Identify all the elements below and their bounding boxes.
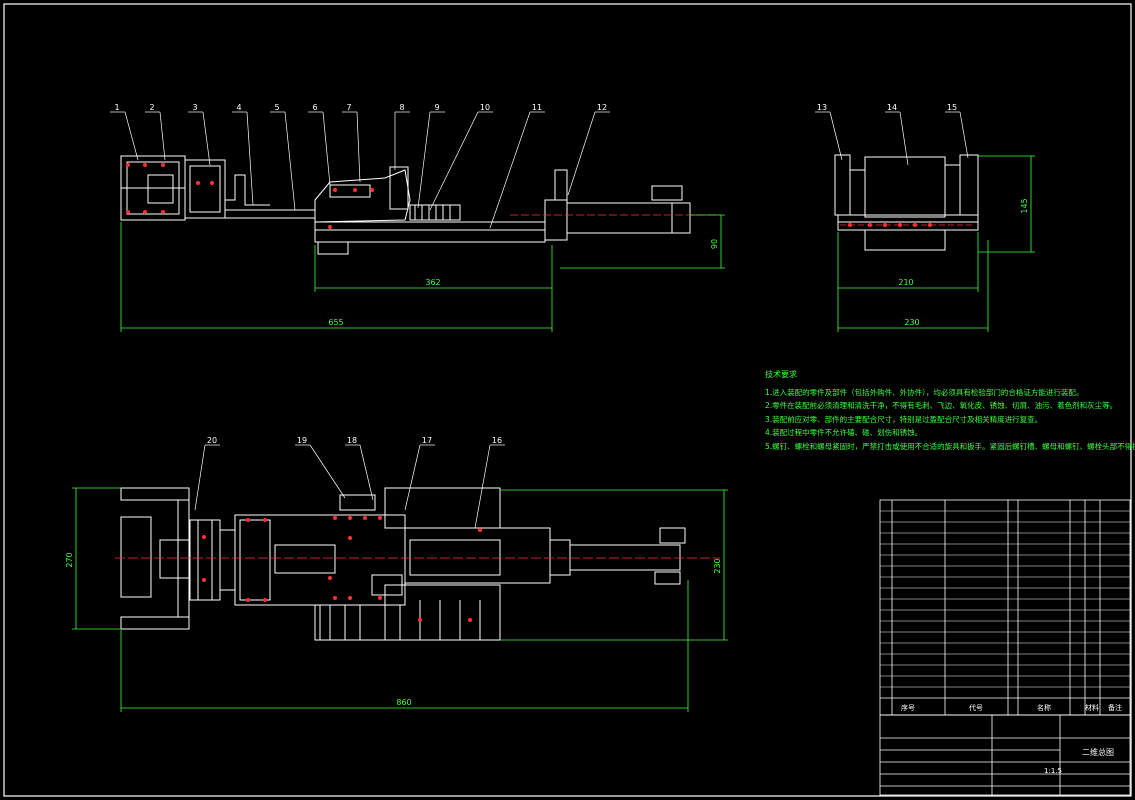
balloon-4: 4 [236,103,241,112]
bom-header-remark: 备注 [1108,703,1122,712]
dim-362: 362 [425,278,440,287]
side-view [834,154,979,251]
top-view [120,487,686,641]
bom-header-name: 名称 [1037,703,1051,712]
balloon-2: 2 [149,103,154,112]
balloon-3: 3 [192,103,197,112]
balloon-11: 11 [532,103,542,112]
balloon-15: 15 [947,103,957,112]
balloon-16: 16 [492,436,502,445]
dim-90: 90 [710,239,719,249]
bom-rows [880,510,1130,688]
balloon-6: 6 [312,103,317,112]
note-line: 4.装配过程中零件不允许磕、碰、划伤和锈蚀。 [765,428,923,437]
balloon-10: 10 [480,103,490,112]
balloon-1: 1 [114,103,119,112]
balloon-19: 19 [297,436,307,445]
balloon-9: 9 [434,103,439,112]
balloon-5: 5 [274,103,279,112]
note-line: 2.零件在装配前必须清理和清洗干净，不得有毛刺、飞边、氧化皮、锈蚀、切屑、油污、… [765,401,1118,410]
balloon-17: 17 [422,436,432,445]
front-view [120,155,691,255]
note-line: 1.进入装配的零件及部件（包括外购件、外协件），均必须具有检验部门的合格证方能进… [765,387,1084,397]
note-line: 5.螺钉、螺栓和螺母紧固时，严禁打击或使用不合适的旋具和扳手。紧固后螺钉槽、螺母… [765,441,1135,451]
dim-230-top: 230 [713,558,722,573]
balloon-8: 8 [399,103,404,112]
dim-210: 210 [898,278,913,287]
balloon-18: 18 [347,436,357,445]
notes-title: 技术要求 [765,370,797,379]
bom-header-material: 材料 [1085,703,1099,712]
dim-145: 145 [1020,198,1029,213]
drawing-title: 二维总图 [1082,748,1114,757]
balloon-13: 13 [817,103,827,112]
balloon-14: 14 [887,103,897,112]
balloon-7: 7 [346,103,351,112]
bom-header-code: 代号 [969,703,983,712]
technical-notes: 技术要求 1.进入装配的零件及部件（包括外购件、外协件），均必须具有检验部门的合… [765,368,1135,453]
dim-860: 860 [396,698,411,707]
bom-header-seq: 序号 [901,703,915,712]
balloon-12: 12 [597,103,607,112]
dim-655: 655 [328,318,343,327]
balloon-20: 20 [207,436,217,445]
dim-270: 270 [65,552,74,567]
scale-text: 1:1.5 [1044,767,1062,775]
dim-230-side: 230 [904,318,919,327]
note-line: 3.装配前应对零、部件的主要配合尺寸，特别是过盈配合尺寸及相关精度进行复查。 [765,414,1043,424]
